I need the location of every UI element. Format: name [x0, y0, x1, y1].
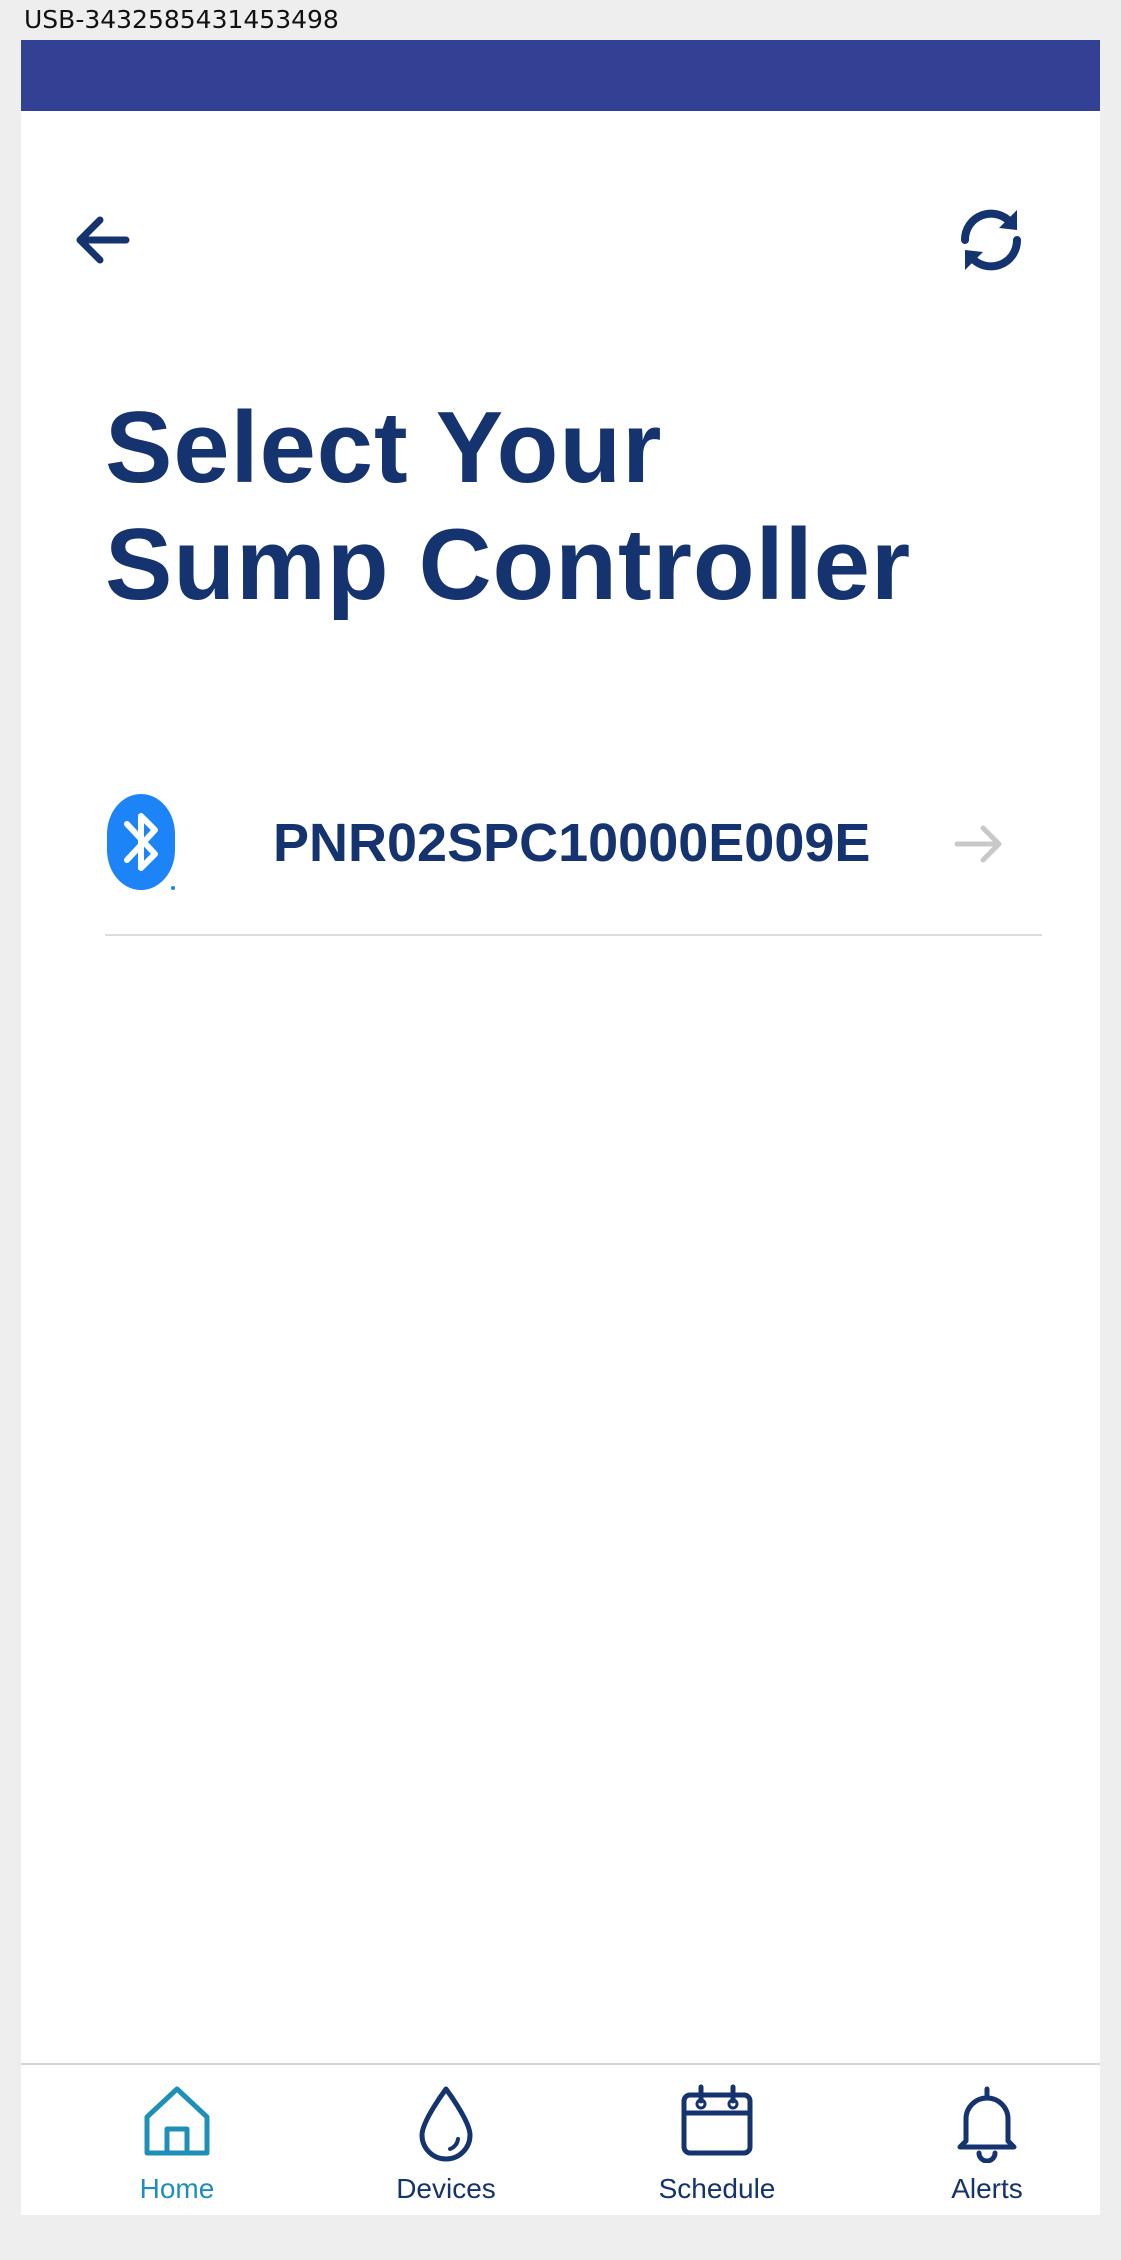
tab-devices[interactable]: Devices: [336, 2065, 556, 2215]
bottom-tab-bar: Home Devices Schedule Alerts: [21, 2063, 1100, 2215]
tab-schedule[interactable]: Schedule: [607, 2065, 827, 2215]
tab-home-label: Home: [139, 2173, 215, 2204]
tab-devices-label: Devices: [396, 2173, 496, 2204]
back-button[interactable]: [52, 190, 152, 290]
device-name: PNR02SPC10000E009E: [273, 813, 871, 873]
bluetooth-icon: [107, 794, 175, 890]
app-screen: Select Your Sump Controller PNR02SPC1000…: [21, 40, 1100, 2215]
page-title-line-1: Select Your: [105, 392, 663, 504]
tab-home[interactable]: Home: [67, 2065, 287, 2215]
arrow-right-icon: [954, 825, 1002, 863]
water-drop-icon: [419, 2086, 473, 2162]
refresh-button[interactable]: [941, 190, 1041, 290]
tab-alerts[interactable]: Alerts: [877, 2065, 1097, 2215]
tab-schedule-label: Schedule: [658, 2173, 776, 2204]
bell-icon: [957, 2086, 1017, 2163]
page-title-line-2: Sump Controller: [105, 509, 912, 621]
refresh-icon: [960, 209, 1022, 271]
arrow-left-icon: [76, 216, 130, 264]
calendar-icon: [681, 2084, 753, 2156]
device-list-item[interactable]: PNR02SPC10000E009E: [105, 780, 1042, 936]
home-icon: [144, 2086, 210, 2156]
page-title: Select Your Sump Controller: [105, 390, 1065, 624]
tab-alerts-label: Alerts: [951, 2173, 1023, 2204]
status-bar: [21, 40, 1100, 111]
window-title: USB-3432585431453498: [24, 5, 339, 34]
